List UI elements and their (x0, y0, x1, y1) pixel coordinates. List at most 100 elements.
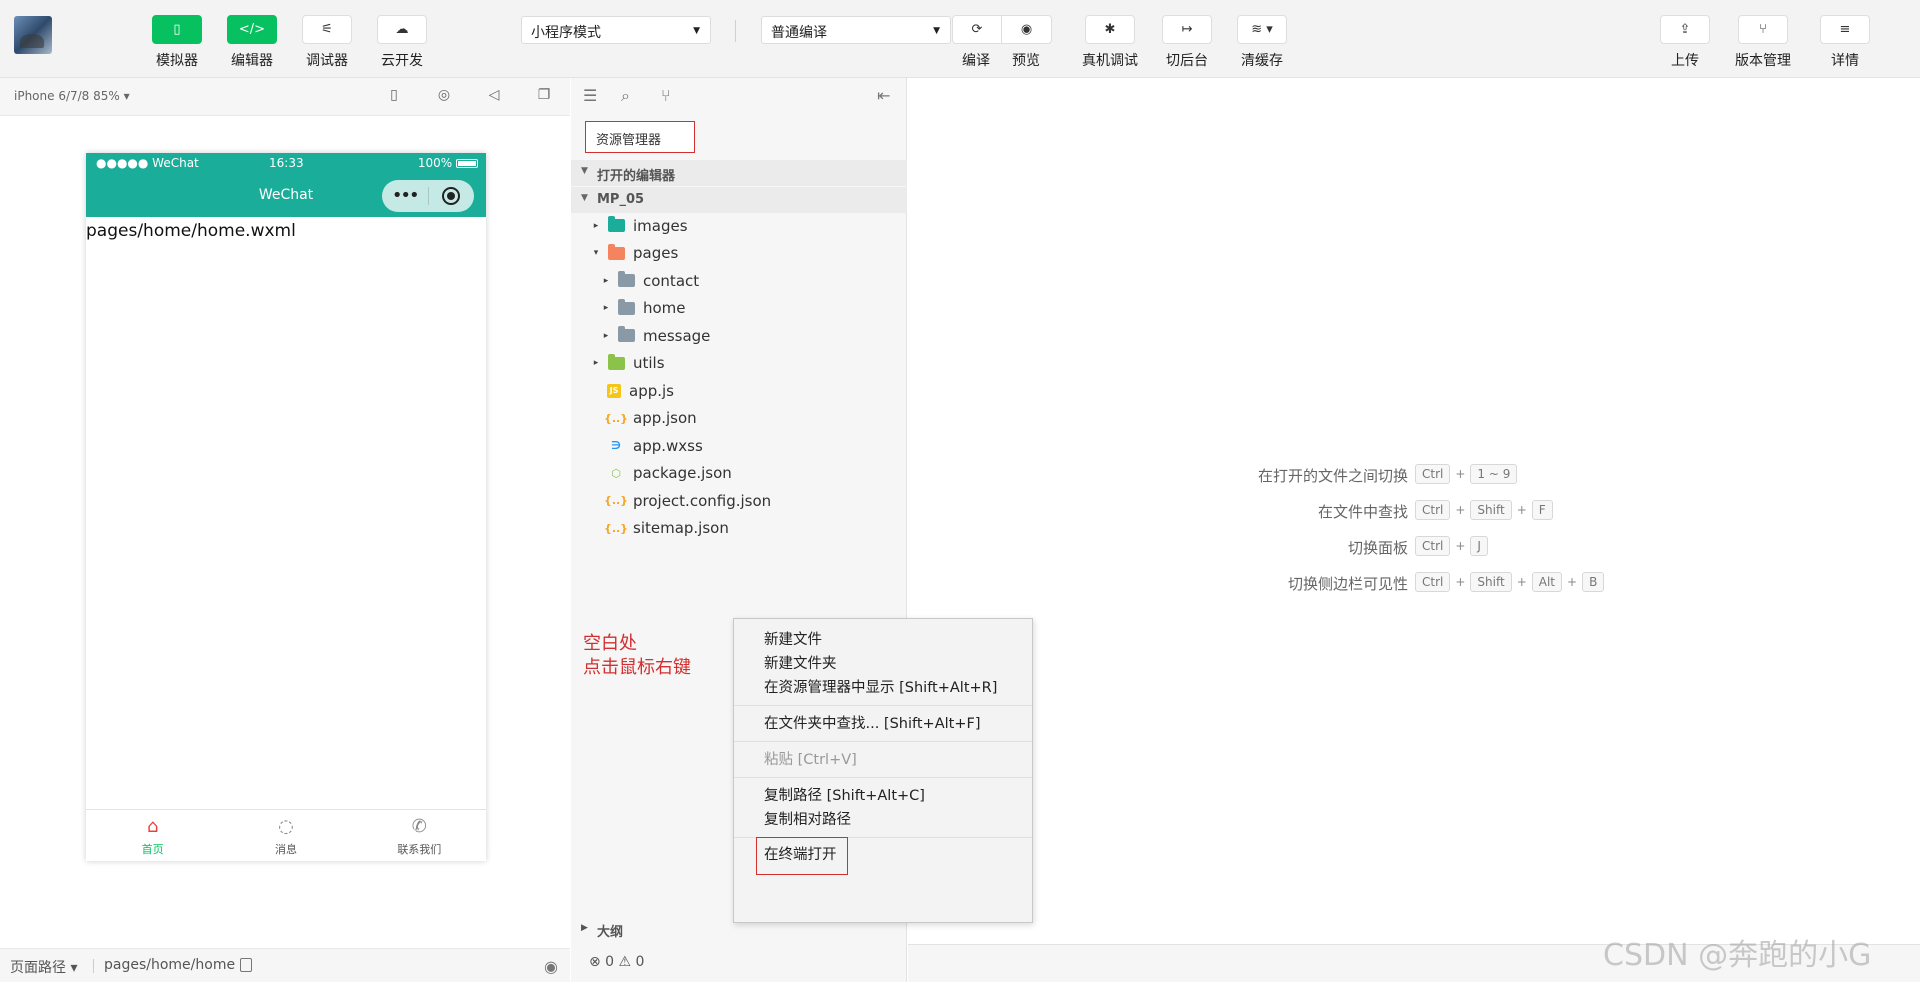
search-icon[interactable]: ⌕ (621, 86, 630, 106)
key-cap: Alt (1531, 572, 1563, 592)
simulator-header: iPhone 6/7/8 85% ▾ ▯ ◎ ◁ ❐ (0, 78, 570, 116)
git-icon[interactable]: ⑂ (661, 86, 671, 105)
tree-item-app-js[interactable]: JS app.js (571, 377, 907, 405)
capsule-menu[interactable]: ••• (382, 180, 474, 212)
chevron-right-icon: ▸ (593, 220, 599, 231)
menu-separator (734, 777, 1032, 778)
page-path: pages/home/home (104, 957, 236, 973)
tab-message[interactable]: ◌ 消息 (219, 810, 352, 861)
menu-find-in-folder[interactable]: 在文件夹中查找... [Shift+Alt+F] (764, 712, 980, 733)
tree-item-message[interactable]: ▸ message (571, 322, 907, 350)
tree-item-label: utils (633, 354, 665, 373)
page-path-select[interactable]: 页面路径 ▾ (10, 957, 77, 977)
problems-status[interactable]: ⊗ 0 ⚠ 0 (571, 944, 907, 982)
key-cap: Ctrl (1415, 464, 1451, 484)
js-file-icon: JS (607, 383, 621, 398)
simulator-button[interactable]: ▯ 模拟器 (152, 15, 202, 70)
record-icon[interactable]: ◎ (434, 87, 454, 107)
chevron-right-icon: ▸ (593, 358, 599, 369)
refresh-icon[interactable]: ⟳ (952, 15, 1002, 44)
tree-item-sitemap-json[interactable]: {..} sitemap.json (571, 515, 907, 543)
folder-icon (607, 353, 625, 371)
compile-label: 编译 (962, 53, 990, 69)
shortcut-keys: Ctrl + J (1415, 536, 1488, 556)
version-button[interactable]: ⑂ 版本管理 (1735, 15, 1791, 70)
folder-icon (607, 216, 625, 234)
context-menu: 新建文件 新建文件夹 在资源管理器中显示 [Shift+Alt+R] 在文件夹中… (733, 618, 1033, 923)
debugger-button[interactable]: ⚟ 调试器 (302, 15, 352, 70)
menu-reveal-in-explorer[interactable]: 在资源管理器中显示 [Shift+Alt+R] (764, 676, 997, 697)
annotation-note: 空白处 点击鼠标右键 (583, 633, 691, 678)
tree-item-label: images (633, 216, 688, 235)
tree-item-project-config-json[interactable]: {..} project.config.json (571, 487, 907, 515)
tree-item-app-wxss[interactable]: ∋ app.wxss (571, 432, 907, 460)
close-circle-icon[interactable] (428, 187, 474, 205)
folder-icon (617, 326, 635, 344)
tree-item-pages[interactable]: ▾ pages (571, 240, 907, 268)
menu-copy-relative-path[interactable]: 复制相对路径 (764, 808, 851, 829)
explorer-title: 资源管理器 (585, 121, 695, 153)
copy-icon[interactable] (240, 958, 252, 972)
menu-copy-path[interactable]: 复制路径 [Shift+Alt+C] (764, 784, 925, 805)
details-button[interactable]: ≡ 详情 (1820, 15, 1870, 70)
user-avatar[interactable] (14, 16, 52, 54)
device-select[interactable]: iPhone 6/7/8 85% ▾ (14, 89, 130, 103)
preview-label: 预览 (1012, 53, 1040, 69)
eye-icon[interactable]: ◉ (1002, 15, 1052, 44)
phone-icon[interactable]: ▯ (384, 87, 404, 107)
key-cap: Ctrl (1415, 572, 1451, 592)
eye-icon[interactable]: ◉ (544, 957, 558, 976)
phone-call-icon: ✆ (411, 816, 427, 837)
cloud-button[interactable]: ☁ 云开发 (377, 15, 427, 70)
key-cap: J (1470, 536, 1488, 556)
tree-item-utils[interactable]: ▸ utils (571, 350, 907, 378)
folder-icon (617, 298, 635, 316)
phone-status-bar: ●●●●● WeChat 16:33 100% (86, 153, 486, 173)
chevron-down-icon: ▼ (581, 166, 588, 176)
clear-cache-button[interactable]: ≋ ▾ 清缓存 (1237, 15, 1287, 70)
chevron-right-icon: ▸ (603, 330, 609, 341)
key-cap: Shift (1470, 572, 1512, 592)
compile-preview-group: ⟳ ◉ (952, 15, 1052, 44)
collapse-sidebar-icon[interactable]: ⇤ (877, 86, 890, 105)
tree-item-home[interactable]: ▸ home (571, 295, 907, 323)
shortcut-label: 在文件中查找 (1317, 503, 1408, 521)
switch-icon: ↦ (1162, 15, 1212, 44)
real-debug-button[interactable]: ✱ 真机调试 (1082, 15, 1138, 70)
background-button[interactable]: ↦ 切后台 (1162, 15, 1212, 70)
list-icon[interactable]: ☰ (583, 86, 597, 105)
highlight-box (756, 837, 848, 875)
home-icon: ⌂ (146, 816, 159, 837)
shortcut-label: 切换面板 (1347, 539, 1408, 557)
menu-new-file[interactable]: 新建文件 (764, 628, 822, 649)
shortcut-label: 在打开的文件之间切换 (1257, 467, 1408, 485)
menu-separator (734, 741, 1032, 742)
menu-new-folder[interactable]: 新建文件夹 (764, 652, 837, 673)
tree-item-label: project.config.json (633, 491, 772, 510)
tree-item-contact[interactable]: ▸ contact (571, 267, 907, 295)
project-section[interactable]: ▼ MP_05 (571, 187, 907, 213)
tab-contact[interactable]: ✆ 联系我们 (353, 810, 486, 861)
open-editors-section[interactable]: ▼ 打开的编辑器 (571, 160, 907, 186)
volume-icon[interactable]: ◁ (484, 87, 504, 107)
tab-home[interactable]: ⌂ 首页 (86, 810, 219, 861)
tree-item-app-json[interactable]: {..} app.json (571, 405, 907, 433)
css-file-icon: ∋ (611, 439, 621, 453)
phone-frame: ●●●●● WeChat 16:33 100% WeChat ••• pages… (86, 153, 486, 861)
editor-area: 在打开的文件之间切换 Ctrl +1 ~ 9 在文件中查找 Ctrl + Shift + F 切换… (908, 78, 1920, 982)
chevron-down-icon: ▾ (593, 248, 599, 259)
tree-item-images[interactable]: ▸ images (571, 212, 907, 240)
window-icon[interactable]: ❐ (534, 87, 554, 107)
key-cap: Ctrl (1415, 536, 1451, 556)
tree-item-label: app.js (629, 381, 674, 400)
mode-select[interactable]: 小程序模式 ▼ (521, 16, 711, 44)
more-icon[interactable]: ••• (382, 180, 428, 212)
phone-nav-bar: WeChat ••• (86, 173, 486, 217)
bug-icon: ✱ (1085, 15, 1135, 44)
editor-button[interactable]: </> 编辑器 (227, 15, 277, 70)
upload-button[interactable]: ⇪ 上传 (1660, 15, 1710, 70)
compile-select[interactable]: 普通编译 ▼ (761, 16, 951, 44)
tree-item-package-json[interactable]: ⬡ package.json (571, 460, 907, 488)
tree-item-label: app.json (633, 409, 697, 428)
sliders-icon: ⚟ (302, 15, 352, 44)
